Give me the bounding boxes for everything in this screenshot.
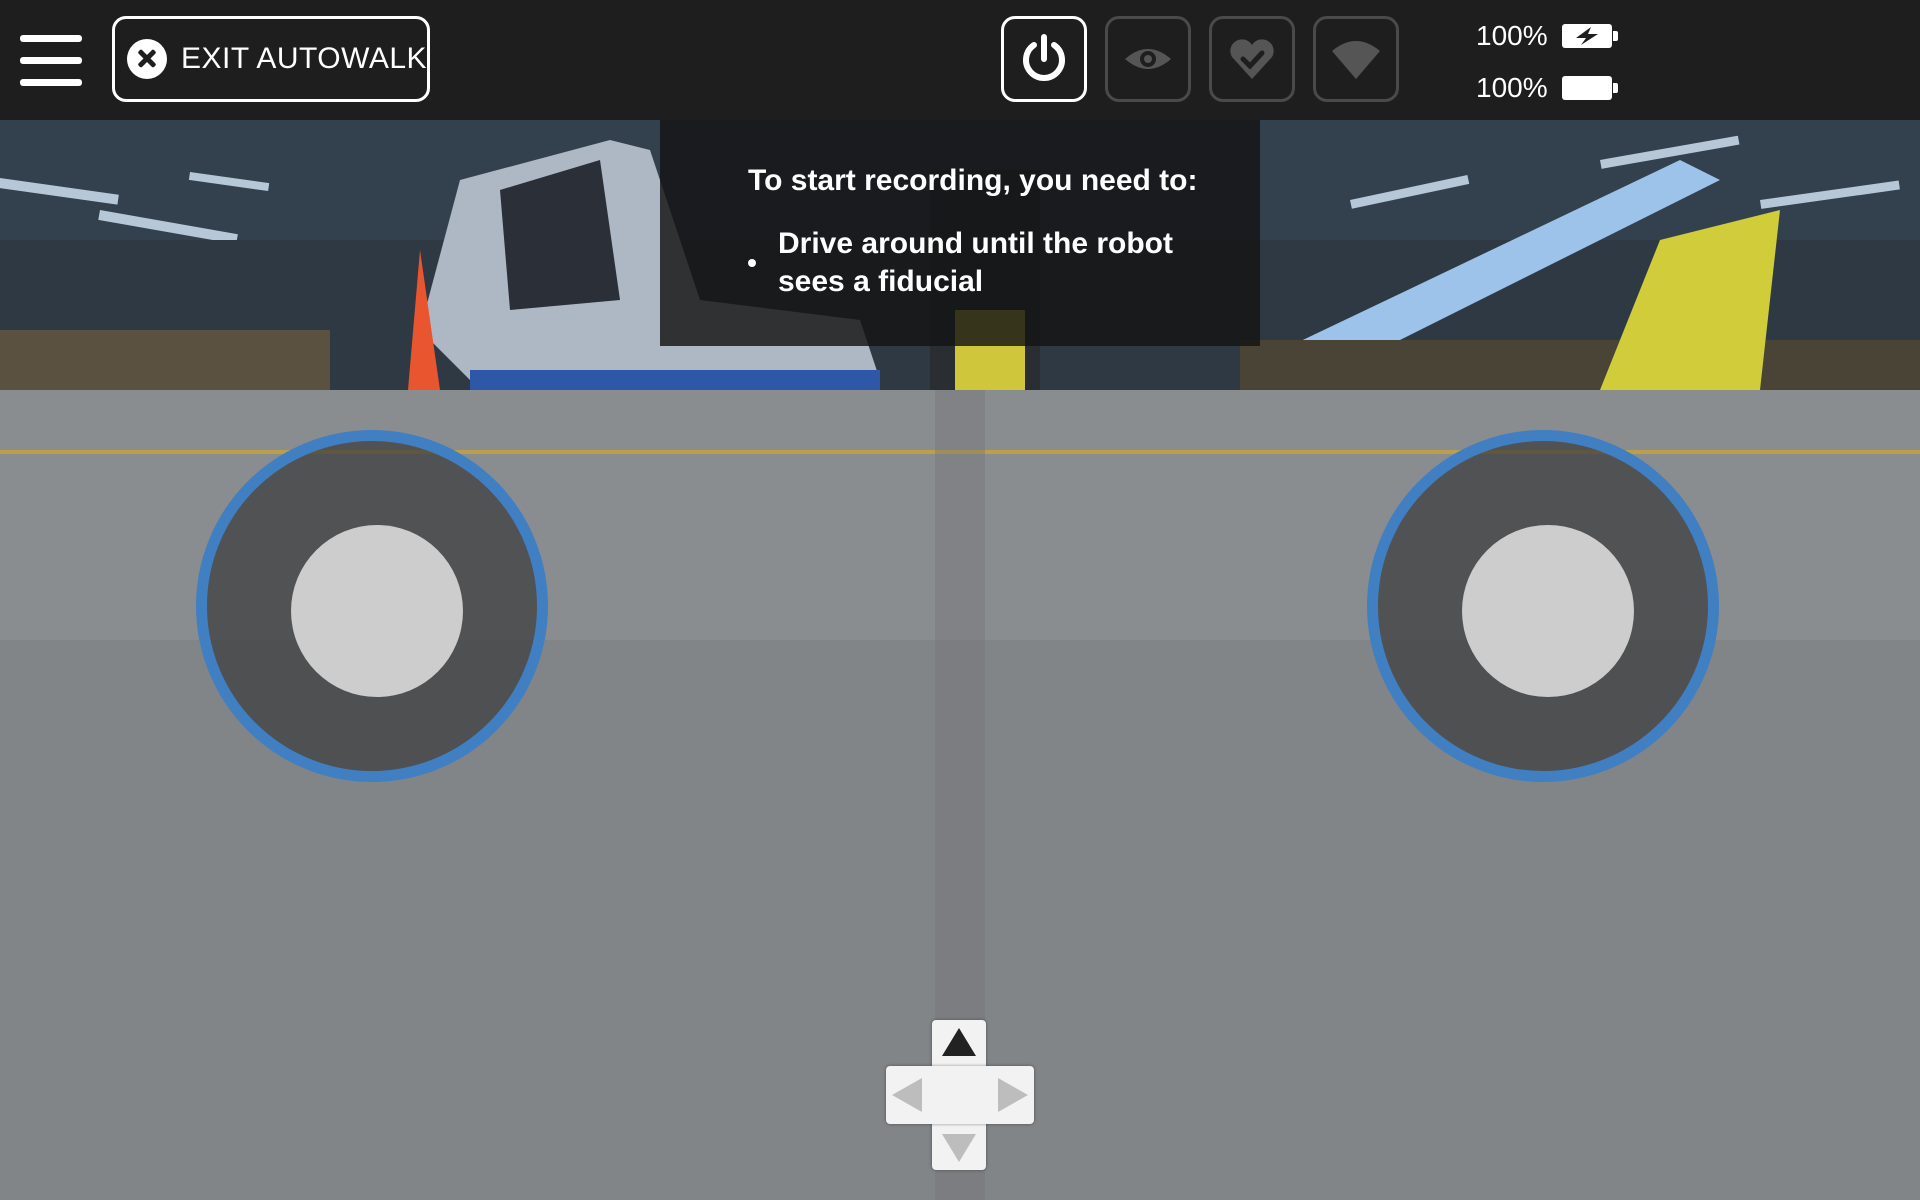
exit-autowalk-button[interactable]: EXIT AUTOWALK [112, 16, 430, 102]
dpad-right-button[interactable] [998, 1078, 1028, 1112]
instructions-title: To start recording, you need to: [748, 164, 1198, 197]
power-button[interactable] [1001, 16, 1087, 102]
autowalk-screen: EXIT AUTOWALK 100% 100% To start recordi… [0, 0, 1920, 1200]
eye-status [1105, 16, 1191, 102]
tablet-battery-pct: 100% [1476, 72, 1548, 103]
instructions-list: Drive around until the robot sees a fidu… [748, 225, 1198, 301]
right-joystick-knob[interactable] [1462, 525, 1634, 697]
menu-icon[interactable] [20, 32, 84, 88]
battery-charging-icon [1562, 24, 1618, 48]
heart-icon [1230, 39, 1274, 79]
exit-autowalk-label: EXIT AUTOWALK [181, 42, 428, 75]
left-joystick-knob[interactable] [291, 525, 463, 697]
right-joystick[interactable] [1367, 430, 1719, 782]
power-icon [1023, 34, 1065, 81]
dpad-down-button[interactable] [942, 1134, 976, 1162]
robot-battery-pct: 100% [1476, 20, 1548, 51]
left-joystick[interactable] [196, 430, 548, 782]
top-bar: EXIT AUTOWALK 100% 100% [0, 0, 1920, 120]
instruction-step: Drive around until the robot sees a fidu… [748, 225, 1198, 301]
robot-battery: 100% [1476, 16, 1618, 56]
battery-icon [1562, 76, 1618, 100]
tablet-battery: 100% [1476, 68, 1618, 108]
wifi-icon [1332, 41, 1380, 79]
dpad-up-button[interactable] [942, 1028, 976, 1056]
recording-instructions: To start recording, you need to: Drive a… [660, 120, 1260, 346]
health-status [1209, 16, 1295, 102]
eye-icon [1125, 49, 1171, 69]
dpad-left-button[interactable] [892, 1078, 922, 1112]
close-circle-icon [127, 39, 167, 79]
dpad [886, 1020, 1034, 1170]
wifi-status [1313, 16, 1399, 102]
